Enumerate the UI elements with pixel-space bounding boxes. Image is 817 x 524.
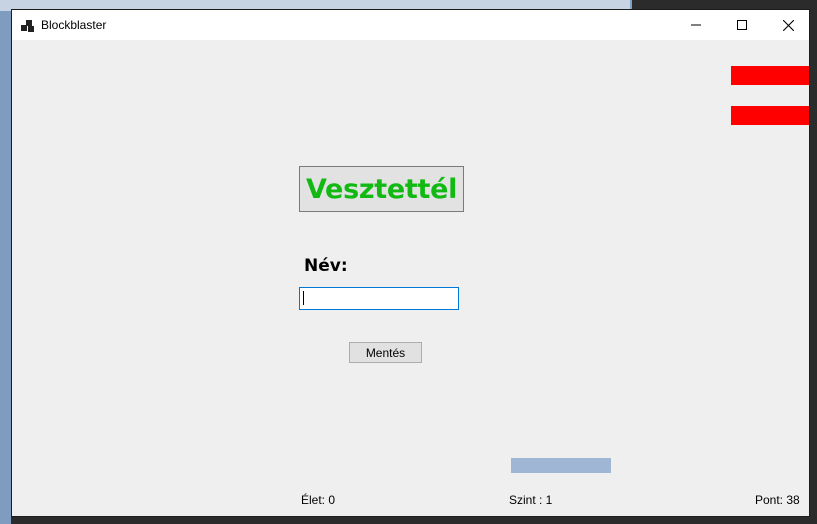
points-counter: Pont: 38 — [755, 493, 800, 507]
maximize-icon — [737, 20, 747, 30]
game-over-text: Vesztettél — [305, 173, 458, 205]
maximize-button[interactable] — [719, 10, 765, 40]
save-button[interactable]: Mentés — [349, 342, 422, 363]
desktop-background — [0, 0, 11, 524]
game-over-panel: Vesztettél — [299, 166, 464, 212]
close-button[interactable] — [765, 10, 809, 40]
text-caret — [303, 291, 304, 305]
level-counter: Szint : 1 — [509, 493, 553, 507]
brick-block — [731, 66, 809, 85]
brick-block — [731, 106, 809, 125]
close-icon — [782, 19, 794, 31]
title-bar[interactable]: Blockblaster — [12, 10, 809, 40]
name-input[interactable] — [299, 287, 459, 310]
minimize-button[interactable] — [673, 10, 719, 40]
paddle[interactable] — [511, 458, 611, 473]
minimize-icon — [691, 24, 701, 26]
app-icon — [21, 18, 35, 32]
name-label: Név: — [304, 256, 348, 276]
app-window: Blockblaster Vesztettél Név: Mentés Élet… — [11, 9, 810, 517]
lives-counter: Élet: 0 — [301, 493, 336, 507]
window-title: Blockblaster — [41, 18, 107, 32]
